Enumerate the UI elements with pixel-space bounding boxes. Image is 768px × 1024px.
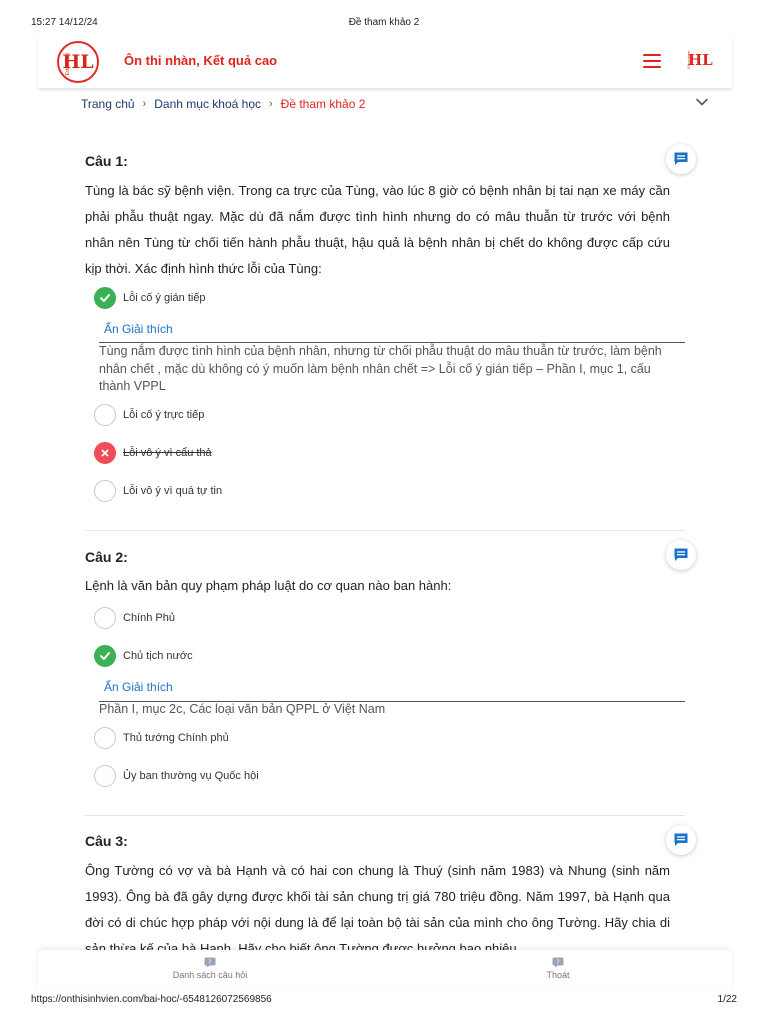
question-3-title: Câu 3: [85, 833, 128, 849]
svg-text:?: ? [556, 959, 559, 966]
help-icon: ? [552, 957, 564, 968]
comment-icon [674, 833, 688, 846]
question-2-option-4[interactable]: Ủy ban thường vụ Quốc hội [94, 765, 259, 787]
exit-button[interactable]: ? Thoát [478, 957, 638, 980]
question-2-title: Câu 2: [85, 549, 128, 565]
option-label: Lỗi vô ý vì cẩu thả [123, 447, 212, 459]
question-2-option-1[interactable]: Chính Phủ [94, 607, 175, 629]
question-1-title: Câu 1: [85, 153, 128, 169]
comment-icon [674, 152, 688, 165]
question-3-text: Ông Tường có vợ và bà Hạnh và có hai con… [85, 863, 670, 950]
breadcrumb-course-catalog[interactable]: Danh mục khoá học [154, 97, 261, 111]
hamburger-menu-icon[interactable] [643, 54, 661, 68]
radio-circle [94, 765, 116, 787]
question-list-button[interactable]: ? Danh sách câu hỏi [130, 957, 290, 980]
breadcrumb-home[interactable]: Trang chủ [81, 97, 135, 111]
option-label: Lỗi cố ý trực tiếp [123, 409, 205, 421]
option-label: Lỗi cố ý gián tiếp [123, 292, 206, 304]
option-label: Thủ tướng Chính phủ [123, 732, 229, 744]
check-icon [94, 645, 116, 667]
question-divider [85, 530, 685, 531]
option-label: Lỗi vô ý vì quá tự tin [123, 485, 223, 497]
question-2-explanation: Phần I, mục 2c, Các loại văn bản QPPL ở … [99, 702, 386, 716]
print-url: https://onthisinhvien.com/bai-hoc/-65481… [31, 994, 272, 1005]
question-2-option-2[interactable]: Chủ tịch nước [94, 645, 193, 667]
chevron-right-icon: › [269, 98, 273, 110]
help-icon: ? [204, 957, 216, 968]
chevron-down-icon[interactable] [694, 94, 710, 110]
print-doc-title: Đề tham khảo 2 [348, 17, 420, 28]
question-list-label: Danh sách câu hỏi [172, 970, 248, 980]
question-1-option-2[interactable]: Lỗi cố ý trực tiếp [94, 404, 204, 426]
question-2-hide-explanation-link[interactable]: Ẩn Giải thích [104, 680, 173, 694]
radio-circle [94, 480, 116, 502]
logo-letters: HL [62, 51, 94, 73]
option-label: Chủ tịch nước [123, 650, 193, 662]
bottom-nav-bar: ? Danh sách câu hỏi ? Thoát [38, 950, 732, 990]
radio-circle [94, 727, 116, 749]
question-2-comment-button[interactable] [666, 540, 696, 570]
breadcrumb-current: Đề tham khảo 2 [280, 97, 366, 111]
site-slogan: Ôn thi nhàn, Kết quả cao [124, 53, 278, 68]
print-header: 15:27 14/12/24 Đề tham khảo 2 [0, 17, 768, 31]
question-divider [85, 815, 685, 816]
site-logo[interactable]: Education HL [57, 41, 99, 83]
question-2-text: Lệnh là văn bản quy phạm pháp luật do cơ… [85, 578, 452, 593]
option-label: Ủy ban thường vụ Quốc hội [123, 770, 259, 782]
check-icon [94, 287, 116, 309]
svg-text:?: ? [208, 959, 211, 966]
option-label: Chính Phủ [123, 612, 175, 624]
top-navbar: Education HL Ôn thi nhàn, Kết quả cao Ed… [38, 36, 732, 88]
question-1-hide-explanation-link[interactable]: Ẩn Giải thích [104, 322, 173, 336]
question-1-comment-button[interactable] [666, 144, 696, 174]
user-avatar-logo[interactable]: Education HL [686, 49, 713, 71]
question-2-option-3[interactable]: Thủ tướng Chính phủ [94, 727, 229, 749]
breadcrumb: Trang chủ › Danh mục khoá học › Đề tham … [81, 96, 365, 112]
comment-icon [674, 548, 688, 561]
avatar-logo-letters: HL [688, 51, 713, 69]
print-page-number: 1/22 [717, 994, 737, 1005]
exit-label: Thoát [546, 970, 570, 980]
radio-circle [94, 404, 116, 426]
question-1-option-3[interactable]: Lỗi vô ý vì cẩu thả [94, 442, 212, 464]
print-footer: https://onthisinhvien.com/bai-hoc/-65481… [0, 994, 768, 1008]
chevron-right-icon: › [142, 98, 147, 110]
question-3-comment-button[interactable] [666, 825, 696, 855]
question-1-option-4[interactable]: Lỗi vô ý vì quá tự tin [94, 480, 222, 502]
question-1-text: Tùng là bác sỹ bệnh viện. Trong ca trực … [85, 183, 670, 276]
radio-circle [94, 607, 116, 629]
question-1-option-1[interactable]: Lỗi cố ý gián tiếp [94, 287, 206, 309]
question-1-explanation: Tùng nắm được tình hình của bệnh nhân, n… [99, 344, 662, 393]
close-icon [94, 442, 116, 464]
